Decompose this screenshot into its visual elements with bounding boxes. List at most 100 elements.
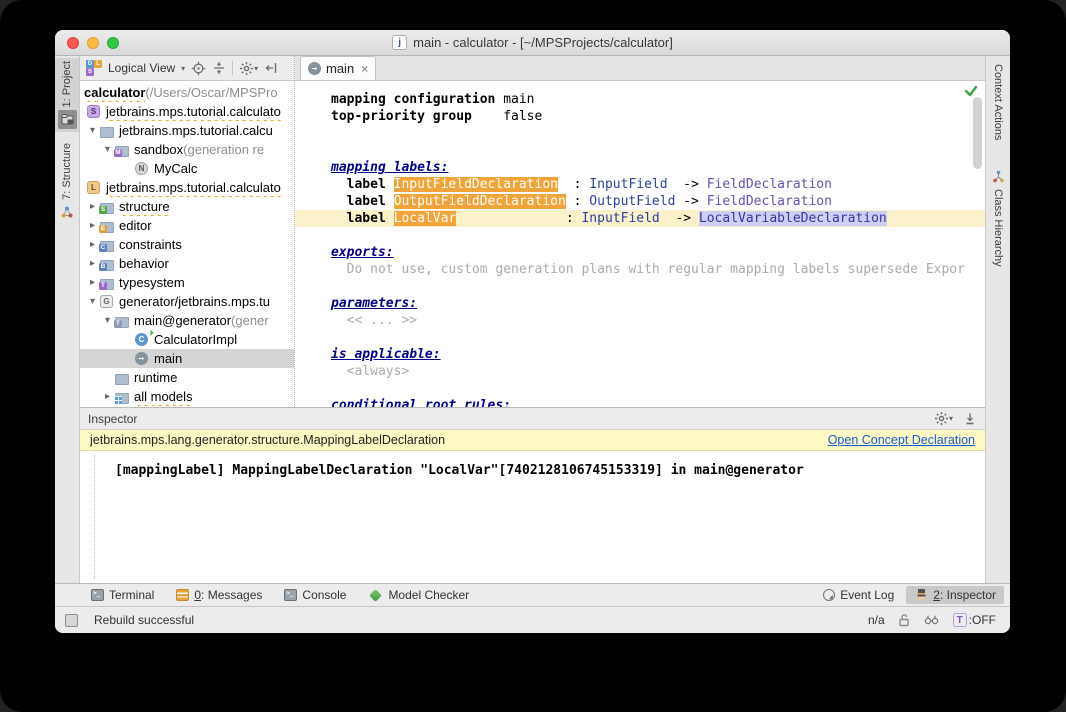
editor-line[interactable]: exports: (331, 244, 985, 261)
scroll-to-node-button[interactable] (191, 61, 206, 76)
editor-line[interactable]: label OutputFieldDeclaration : OutputFie… (331, 193, 985, 210)
open-concept-declaration-link[interactable]: Open Concept Declaration (828, 433, 975, 447)
arrow-main-icon (135, 352, 148, 365)
inspection-ok-check-icon[interactable] (964, 85, 978, 97)
chevron-expanded-icon[interactable]: ▾ (86, 125, 99, 136)
code-segment-gy: << ... >> (347, 313, 417, 328)
tree-item-structure[interactable]: ▸structure (80, 197, 294, 216)
chevron-collapsed-icon[interactable]: ▸ (86, 201, 99, 212)
zoom-window-button[interactable] (107, 37, 119, 49)
toolwindow-toggle-grip-icon[interactable] (65, 614, 78, 627)
tree-item-editor[interactable]: ▸editor (80, 216, 294, 235)
editor-line-current[interactable]: label LocalVar : InputField -> LocalVari… (295, 210, 985, 227)
chevron-collapsed-icon[interactable]: ▸ (86, 220, 99, 231)
editor-line[interactable]: conditional root rules: (331, 397, 985, 407)
tree-item-all-models[interactable]: ▸all models (80, 387, 294, 406)
chevron-expanded-icon[interactable]: ▾ (101, 315, 114, 326)
hierarchy-icon (989, 167, 1008, 186)
toolwindow-button-project[interactable]: 1: Project (55, 58, 79, 132)
window-title: main - calculator - [~/MPSProjects/calcu… (413, 35, 673, 50)
hide-inspector-button[interactable] (963, 412, 977, 426)
close-tab-icon[interactable]: × (361, 63, 368, 75)
toolwindow-bar: Terminal0: MessagesConsoleModel Checker … (55, 583, 1010, 607)
editor-line[interactable]: << ... >> (331, 312, 985, 329)
editor-line[interactable] (331, 380, 985, 397)
toolwindow-button-terminal[interactable]: Terminal (83, 586, 162, 604)
tree-item-constraints[interactable]: ▸constraints (80, 235, 294, 254)
toolwindow-button-structure[interactable]: 7: Structure (55, 140, 79, 225)
editor-line[interactable] (331, 278, 985, 295)
code-segment-hd: mapping labels: (331, 160, 448, 175)
collapse-all-button[interactable] (212, 61, 226, 75)
inspector-gear-button[interactable]: ▾ (934, 411, 953, 426)
toolwindow-button-label: Event Log (840, 588, 894, 602)
code-segment-pl: -> (660, 211, 699, 226)
toolwindow-button-console[interactable]: Console (276, 586, 354, 604)
toolwindow-button-event-log[interactable]: Event Log (815, 586, 902, 604)
toolwindow-button-2-inspector[interactable]: 2: Inspector (906, 586, 1004, 604)
tree-item-runtime[interactable]: runtime (80, 368, 294, 387)
toolwindow-button-class-hierarchy[interactable]: Class Hierarchy (986, 164, 1010, 270)
editor-line[interactable]: parameters: (331, 295, 985, 312)
tree-item-sandbox[interactable]: ▾sandbox (generation re (80, 140, 294, 159)
tree-item-main[interactable]: main (80, 349, 294, 368)
tree-item-behavior[interactable]: ▸behavior (80, 254, 294, 273)
editor-line[interactable] (331, 227, 985, 244)
toolwindow-button-0-messages[interactable]: 0: Messages (168, 586, 270, 604)
tree-item-calculatorimpl[interactable]: CalculatorImpl (80, 330, 294, 349)
tree-item-main-generator[interactable]: ▾main@generator (gener (80, 311, 294, 330)
chevron-collapsed-icon[interactable]: ▸ (86, 277, 99, 288)
screenshot-stage: j main - calculator - [~/MPSProjects/cal… (0, 0, 1066, 712)
editor-line[interactable] (331, 329, 985, 346)
editor-vertical-scrollbar[interactable] (973, 97, 982, 169)
editor-line[interactable]: <always> (331, 363, 985, 380)
toolwindow-button-structure-label: 7: Structure (61, 143, 73, 200)
lock-icon[interactable] (898, 613, 910, 627)
close-window-button[interactable] (67, 37, 79, 49)
toolwindow-button-model-checker[interactable]: Model Checker (360, 586, 477, 604)
chevron-expanded-icon[interactable]: ▾ (86, 296, 99, 307)
tree-item-mycalc[interactable]: MyCalc (80, 159, 294, 178)
code-segment-rp: FieldDeclaration (707, 177, 832, 192)
typesystem-toggle[interactable]: T :OFF (953, 613, 996, 627)
editor-line[interactable]: mapping configuration main (331, 91, 985, 108)
editor-line[interactable]: mapping labels: (331, 159, 985, 176)
tree-item-suffix: (gener (231, 313, 269, 328)
folder-b-icon (99, 256, 114, 271)
code-segment-hl: LocalVariableDeclaration (699, 211, 887, 226)
chevron-expanded-icon[interactable]: ▾ (101, 144, 114, 155)
settings-gear-button[interactable]: ▾ (239, 61, 258, 76)
tree-item-label: sandbox (134, 142, 183, 157)
chevron-collapsed-icon[interactable]: ▸ (86, 239, 99, 250)
minimize-window-button[interactable] (87, 37, 99, 49)
tree-item-typesystem[interactable]: ▸typesystem (80, 273, 294, 292)
editor-content: mapping configuration maintop-priority g… (295, 81, 985, 407)
tree-item-jetbrains-mps-tutorial-calcu[interactable]: ▾jetbrains.mps.tutorial.calcu (80, 121, 294, 140)
editor-line[interactable] (331, 142, 985, 159)
chevron-collapsed-icon[interactable]: ▸ (101, 391, 114, 402)
editor-tab-main[interactable]: main × (300, 56, 376, 80)
code-segment-gy: Do not use, custom generation plans with… (347, 262, 965, 277)
highlighting-level-icon[interactable] (923, 614, 940, 627)
editor-surface[interactable]: mapping configuration maintop-priority g… (295, 81, 985, 407)
tree-item-label: MyCalc (154, 161, 197, 176)
inspector-content[interactable]: [mappingLabel] MappingLabelDeclaration "… (80, 451, 985, 583)
editor-line[interactable]: is applicable: (331, 346, 985, 363)
editor-line[interactable] (331, 125, 985, 142)
editor-line[interactable]: label InputFieldDeclaration : InputField… (331, 176, 985, 193)
node-n-icon (135, 162, 148, 175)
toolwindow-button-context-actions[interactable]: Context Actions (986, 61, 1010, 143)
hide-panel-button[interactable] (264, 61, 278, 75)
code-segment-pl: -> (668, 177, 707, 192)
editor-line[interactable]: top-priority group false (331, 108, 985, 125)
project-tree: calculator (/Users/Oscar/MPSProjetbrains… (80, 81, 294, 407)
tree-item-jetbrains-mps-tutorial-calculato[interactable]: jetbrains.mps.tutorial.calculato (80, 178, 294, 197)
tree-item-generator-jetbrains-mps-tu[interactable]: ▾generator/jetbrains.mps.tu (80, 292, 294, 311)
chevron-collapsed-icon[interactable]: ▸ (86, 258, 99, 269)
tree-item-jetbrains-mps-tutorial-calculato[interactable]: jetbrains.mps.tutorial.calculato (80, 102, 294, 121)
editor-line[interactable]: Do not use, custom generation plans with… (331, 261, 985, 278)
tree-item-calculator[interactable]: calculator (/Users/Oscar/MPSPro (80, 83, 294, 102)
code-segment-hd: conditional root rules: (331, 398, 511, 407)
view-mode-selector[interactable]: Logical View (108, 61, 175, 75)
mapping-label-node-text: [mappingLabel] MappingLabelDeclaration "… (115, 463, 804, 478)
